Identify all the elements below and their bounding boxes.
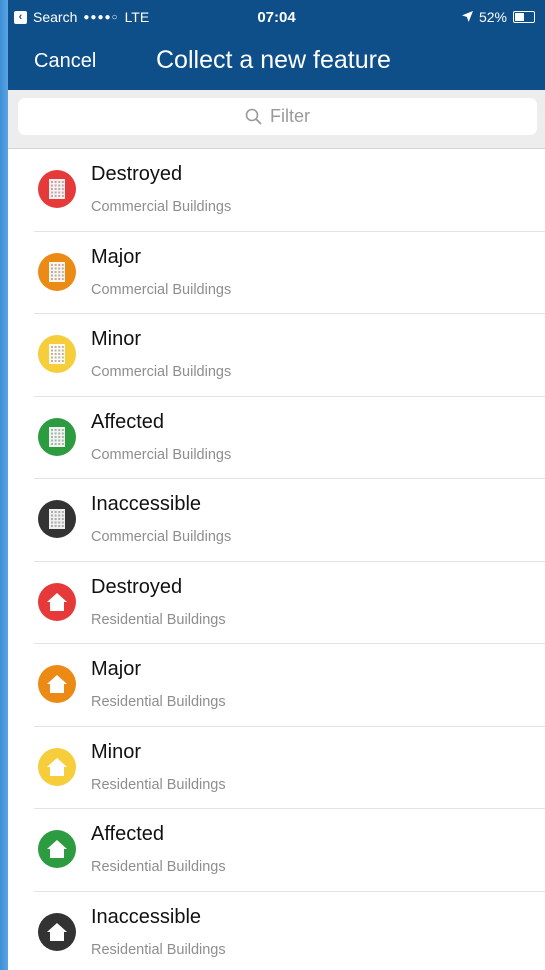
search-bar: Filter [8,90,545,149]
device-frame: ‹ Search ●●●●○ LTE 07:04 52% Cancel Coll… [0,0,545,970]
status-right: 52% [461,9,535,25]
feature-subtitle: Commercial Buildings [91,281,232,298]
navigation-bar: Cancel Collect a new feature [8,34,545,90]
battery-icon [513,11,535,23]
residential-house-icon [38,665,76,703]
commercial-building-icon [38,417,76,456]
feature-row[interactable]: Affected Residential Buildings [8,809,545,892]
app-screen: ‹ Search ●●●●○ LTE 07:04 52% Cancel Coll… [8,0,545,970]
feature-subtitle: Commercial Buildings [91,364,232,380]
feature-subtitle: Residential Buildings [91,694,226,710]
battery-percent: 52% [478,9,507,25]
feature-title: Major [91,658,142,680]
feature-row[interactable]: Affected Commercial Buildings [8,397,545,480]
feature-subtitle: Commercial Buildings [91,446,232,463]
feature-subtitle: Residential Buildings [91,859,226,875]
feature-row[interactable]: Major Residential Buildings [8,644,545,727]
feature-title: Destroyed [91,575,183,598]
residential-house-icon [38,912,76,951]
feature-title: Minor [91,740,142,763]
feature-subtitle: Residential Buildings [91,611,226,628]
feature-row[interactable]: Major Commercial Buildings [8,232,545,315]
feature-title: Inaccessible [91,493,202,515]
feature-row[interactable]: Inaccessible Commercial Buildings [8,479,545,562]
commercial-building-icon [38,500,76,538]
feature-row[interactable]: Inaccessible Residential Buildings [8,892,545,970]
feature-title: Affected [91,823,165,845]
page-title: Collect a new feature [156,46,391,74]
filter-input[interactable]: Filter [18,98,537,135]
filter-placeholder: Filter [270,106,310,126]
feature-title: Minor [91,328,142,350]
search-icon [245,108,262,125]
feature-subtitle: Commercial Buildings [91,199,232,215]
feature-title: Major [91,245,142,268]
residential-house-icon [38,582,76,621]
feature-row[interactable]: Minor Commercial Buildings [8,314,545,397]
location-arrow-icon [461,9,473,25]
feature-row[interactable]: Destroyed Residential Buildings [8,562,545,645]
feature-title: Inaccessible [91,905,202,928]
feature-subtitle: Residential Buildings [91,776,226,793]
cancel-button[interactable]: Cancel [34,50,96,73]
feature-list: Destroyed Commercial Buildings Major Commer… [8,149,545,970]
feature-title: Affected [91,410,165,433]
commercial-building-icon [38,170,76,208]
feature-subtitle: Commercial Buildings [91,529,232,545]
feature-subtitle: Residential Buildings [91,941,226,958]
commercial-building-icon [38,335,76,373]
feature-row[interactable]: Minor Residential Buildings [8,727,545,810]
residential-house-icon [38,747,76,786]
commercial-building-icon [38,252,76,291]
status-bar: ‹ Search ●●●●○ LTE 07:04 52% [8,0,545,34]
feature-row[interactable]: Destroyed Commercial Buildings [8,149,545,232]
feature-title: Destroyed [91,163,183,185]
battery-level [515,13,524,21]
residential-house-icon [38,830,76,868]
